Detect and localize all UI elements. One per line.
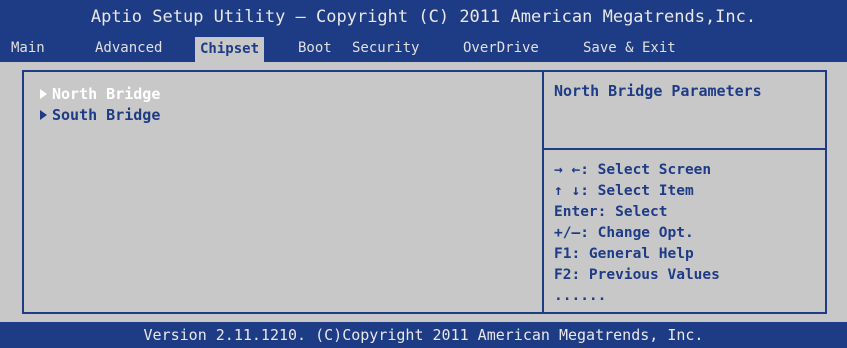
submenu-arrow-icon (40, 110, 47, 120)
tab-security[interactable]: Security (347, 34, 424, 62)
help-panel: North Bridge Parameters → ←: Select Scre… (542, 70, 827, 314)
title-bar: Aptio Setup Utility – Copyright (C) 2011… (0, 0, 847, 34)
key-select-item: ↑ ↓: Select Item (554, 183, 694, 199)
bios-setup-screen: Aptio Setup Utility – Copyright (C) 2011… (0, 0, 847, 348)
tab-boot[interactable]: Boot (293, 34, 337, 62)
tab-main[interactable]: Main (6, 34, 50, 62)
footer-bar: Version 2.11.1210. (C)Copyright 2011 Ame… (0, 322, 847, 348)
submenu-label: North Bridge (52, 85, 161, 103)
key-previous-values: F2: Previous Values (554, 267, 720, 283)
help-title: North Bridge Parameters (554, 82, 762, 100)
version-text: Version 2.11.1210. (C)Copyright 2011 Ame… (143, 326, 704, 344)
help-divider (544, 148, 825, 150)
submenu-item-south-bridge[interactable]: South Bridge (40, 105, 160, 125)
key-select-screen: → ←: Select Screen (554, 162, 712, 178)
tab-advanced[interactable]: Advanced (90, 34, 167, 62)
key-legend: → ←: Select Screen ↑ ↓: Select Item Ente… (554, 160, 720, 307)
content-area: North Bridge South Bridge North Bridge P… (0, 62, 847, 322)
settings-panel: North Bridge South Bridge (22, 70, 542, 314)
menu-bar: Main Advanced Chipset Boot Security Over… (0, 34, 847, 62)
title-text: Aptio Setup Utility – Copyright (C) 2011… (90, 7, 757, 27)
key-general-help: F1: General Help (554, 246, 694, 262)
key-enter-select: Enter: Select (554, 204, 668, 220)
key-change-opt: +/–: Change Opt. (554, 225, 694, 241)
key-more: ...... (554, 288, 607, 304)
submenu-item-north-bridge[interactable]: North Bridge (40, 84, 160, 104)
submenu-label: South Bridge (52, 106, 161, 124)
tab-chipset[interactable]: Chipset (195, 37, 265, 62)
tab-overdrive[interactable]: OverDrive (458, 34, 544, 62)
tab-save-exit[interactable]: Save & Exit (578, 34, 681, 62)
submenu-arrow-icon (40, 89, 47, 99)
